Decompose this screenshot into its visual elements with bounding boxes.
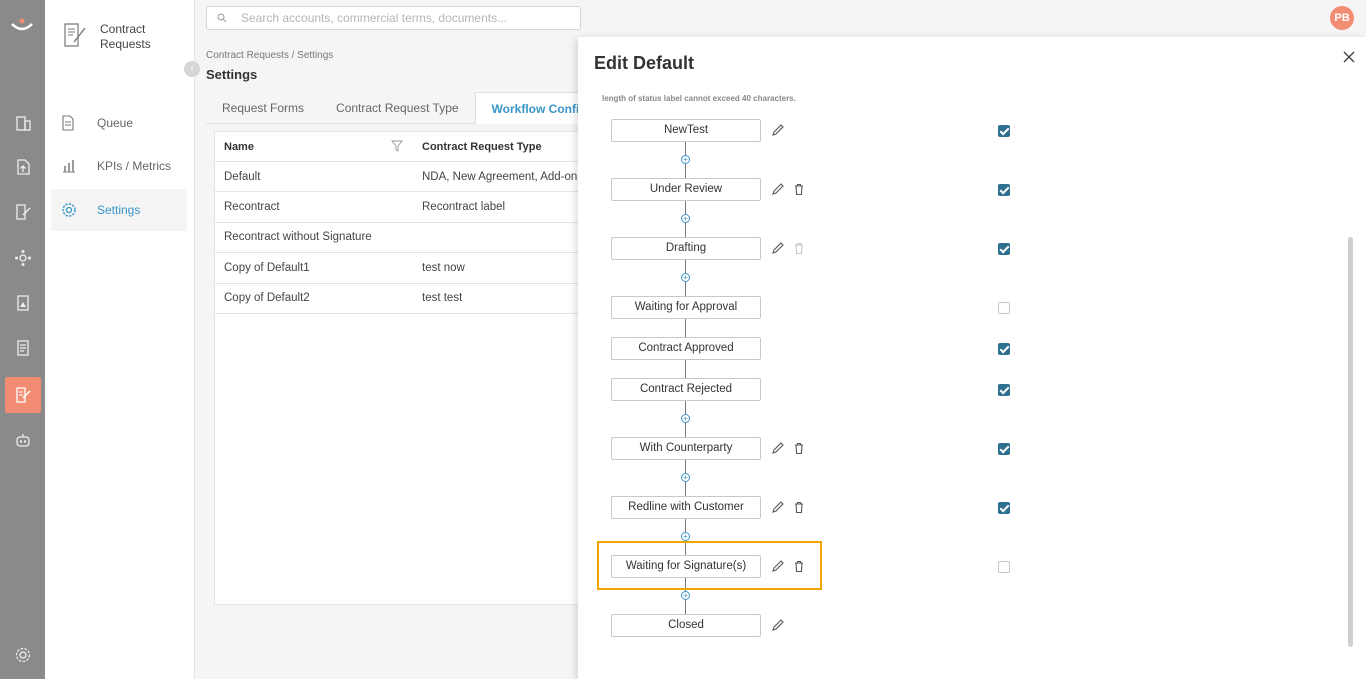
table-row[interactable]: Recontract Recontract label xyxy=(215,192,613,223)
tab-contract-request-type[interactable]: Contract Request Type xyxy=(320,92,475,124)
edit-icon[interactable] xyxy=(771,182,785,196)
filter-icon[interactable] xyxy=(391,140,403,152)
workflow-stage[interactable]: Redline with Customer xyxy=(611,496,761,519)
workflow-stage[interactable]: Contract Approved xyxy=(611,337,761,360)
module-sidebar: Contract Requests Queue KPIs / Metrics S… xyxy=(45,0,195,679)
stage-checkbox[interactable] xyxy=(998,302,1010,314)
delete-icon[interactable] xyxy=(792,500,806,514)
stage-checkbox[interactable] xyxy=(998,561,1010,573)
stage-checkbox[interactable] xyxy=(998,443,1010,455)
column-header-name[interactable]: Name xyxy=(215,140,413,153)
cell-type: Recontract label xyxy=(422,201,506,214)
contract-request-icon[interactable] xyxy=(5,377,41,413)
robot-icon[interactable] xyxy=(12,429,34,451)
workflow-table: Name Contract Request Type Default NDA, … xyxy=(214,131,614,605)
workflow-stage[interactable]: Drafting xyxy=(611,237,761,260)
edit-icon[interactable] xyxy=(771,441,785,455)
sidebar-item-label: KPIs / Metrics xyxy=(97,159,172,173)
add-stage-button[interactable]: + xyxy=(681,155,690,164)
document-icon xyxy=(62,115,74,131)
module-header: Contract Requests xyxy=(62,22,170,52)
cell-name: Copy of Default2 xyxy=(224,292,310,305)
add-stage-button[interactable]: + xyxy=(681,591,690,600)
workflow-stage[interactable]: Closed xyxy=(611,614,761,637)
workflow-stage[interactable]: NewTest xyxy=(611,119,761,142)
delete-icon[interactable] xyxy=(792,182,806,196)
stage-checkbox[interactable] xyxy=(998,502,1010,514)
cell-type: NDA, New Agreement, Add-on, Re xyxy=(422,170,599,183)
cell-type: test test xyxy=(422,292,463,305)
sidebar-item-settings[interactable]: Settings xyxy=(51,189,187,231)
file-doc-icon[interactable] xyxy=(12,337,34,359)
cell-name: Copy of Default1 xyxy=(224,261,310,274)
chart-icon xyxy=(63,160,75,173)
edit-icon[interactable] xyxy=(771,241,785,255)
panel-scrollbar[interactable] xyxy=(1348,237,1353,647)
cell-name: Default xyxy=(224,170,261,183)
settings-icon[interactable] xyxy=(12,644,34,666)
highlighted-stage-frame xyxy=(597,541,822,590)
breadcrumb: Contract Requests / Settings xyxy=(206,50,334,61)
column-header-type[interactable]: Contract Request Type xyxy=(413,141,542,153)
edit-icon[interactable] xyxy=(771,500,785,514)
edit-default-panel: Edit Default length of status label cann… xyxy=(578,37,1366,679)
cell-type: test now xyxy=(422,261,465,274)
sidebar-item-kpis[interactable]: KPIs / Metrics xyxy=(51,145,187,187)
stage-checkbox[interactable] xyxy=(998,343,1010,355)
stage-checkbox[interactable] xyxy=(998,243,1010,255)
add-stage-button[interactable]: + xyxy=(681,214,690,223)
workflow-stage[interactable]: Under Review xyxy=(611,178,761,201)
global-search[interactable] xyxy=(206,6,581,30)
tab-request-forms[interactable]: Request Forms xyxy=(206,92,320,124)
stage-checkbox[interactable] xyxy=(998,125,1010,137)
search-input[interactable] xyxy=(241,11,571,25)
workflow-stage[interactable]: With Counterparty xyxy=(611,437,761,460)
settings-tabs: Request Forms Contract Request Type Work… xyxy=(206,92,627,124)
table-row[interactable]: Copy of Default2 test test xyxy=(215,284,613,314)
table-row[interactable]: Default NDA, New Agreement, Add-on, Re xyxy=(215,162,613,193)
logo-icon[interactable] xyxy=(10,18,34,34)
delete-icon xyxy=(792,241,806,255)
edit-doc-icon[interactable] xyxy=(12,201,34,223)
cell-name: Recontract xyxy=(224,201,280,214)
add-stage-button[interactable]: + xyxy=(681,273,690,282)
close-icon[interactable] xyxy=(1341,49,1357,65)
avatar[interactable]: PB xyxy=(1330,6,1354,30)
add-stage-button[interactable]: + xyxy=(681,532,690,541)
image-doc-icon[interactable] xyxy=(12,292,34,314)
page-title: Settings xyxy=(206,67,258,82)
search-icon xyxy=(217,13,227,23)
table-row[interactable]: Recontract without Signature xyxy=(215,223,613,254)
gear-icon xyxy=(62,203,76,217)
app-rail xyxy=(0,0,45,679)
add-stage-button[interactable]: + xyxy=(681,414,690,423)
add-stage-button[interactable]: + xyxy=(681,473,690,482)
panel-title: Edit Default xyxy=(594,53,695,73)
stage-checkbox[interactable] xyxy=(998,384,1010,396)
buildings-icon[interactable] xyxy=(12,112,34,134)
module-title: Contract Requests xyxy=(100,22,151,51)
upload-doc-icon[interactable] xyxy=(12,156,34,178)
workflow-stage[interactable]: Contract Rejected xyxy=(611,378,761,401)
label-length-note: length of status label cannot exceed 40 … xyxy=(602,94,796,103)
network-icon[interactable] xyxy=(12,247,34,269)
sidebar-item-queue[interactable]: Queue xyxy=(51,102,187,144)
table-row[interactable]: Copy of Default1 test now xyxy=(215,253,613,284)
table-header: Name Contract Request Type xyxy=(215,132,613,162)
connector-line xyxy=(685,360,686,378)
contract-edit-icon xyxy=(64,23,86,47)
sidebar-item-label: Settings xyxy=(97,203,141,217)
cell-name: Recontract without Signature xyxy=(224,231,372,244)
edit-icon[interactable] xyxy=(771,123,785,137)
workflow-stage[interactable]: Waiting for Approval xyxy=(611,296,761,319)
edit-icon[interactable] xyxy=(771,618,785,632)
stage-checkbox[interactable] xyxy=(998,184,1010,196)
delete-icon[interactable] xyxy=(792,441,806,455)
sidebar-item-label: Queue xyxy=(97,116,134,130)
connector-line xyxy=(685,319,686,337)
